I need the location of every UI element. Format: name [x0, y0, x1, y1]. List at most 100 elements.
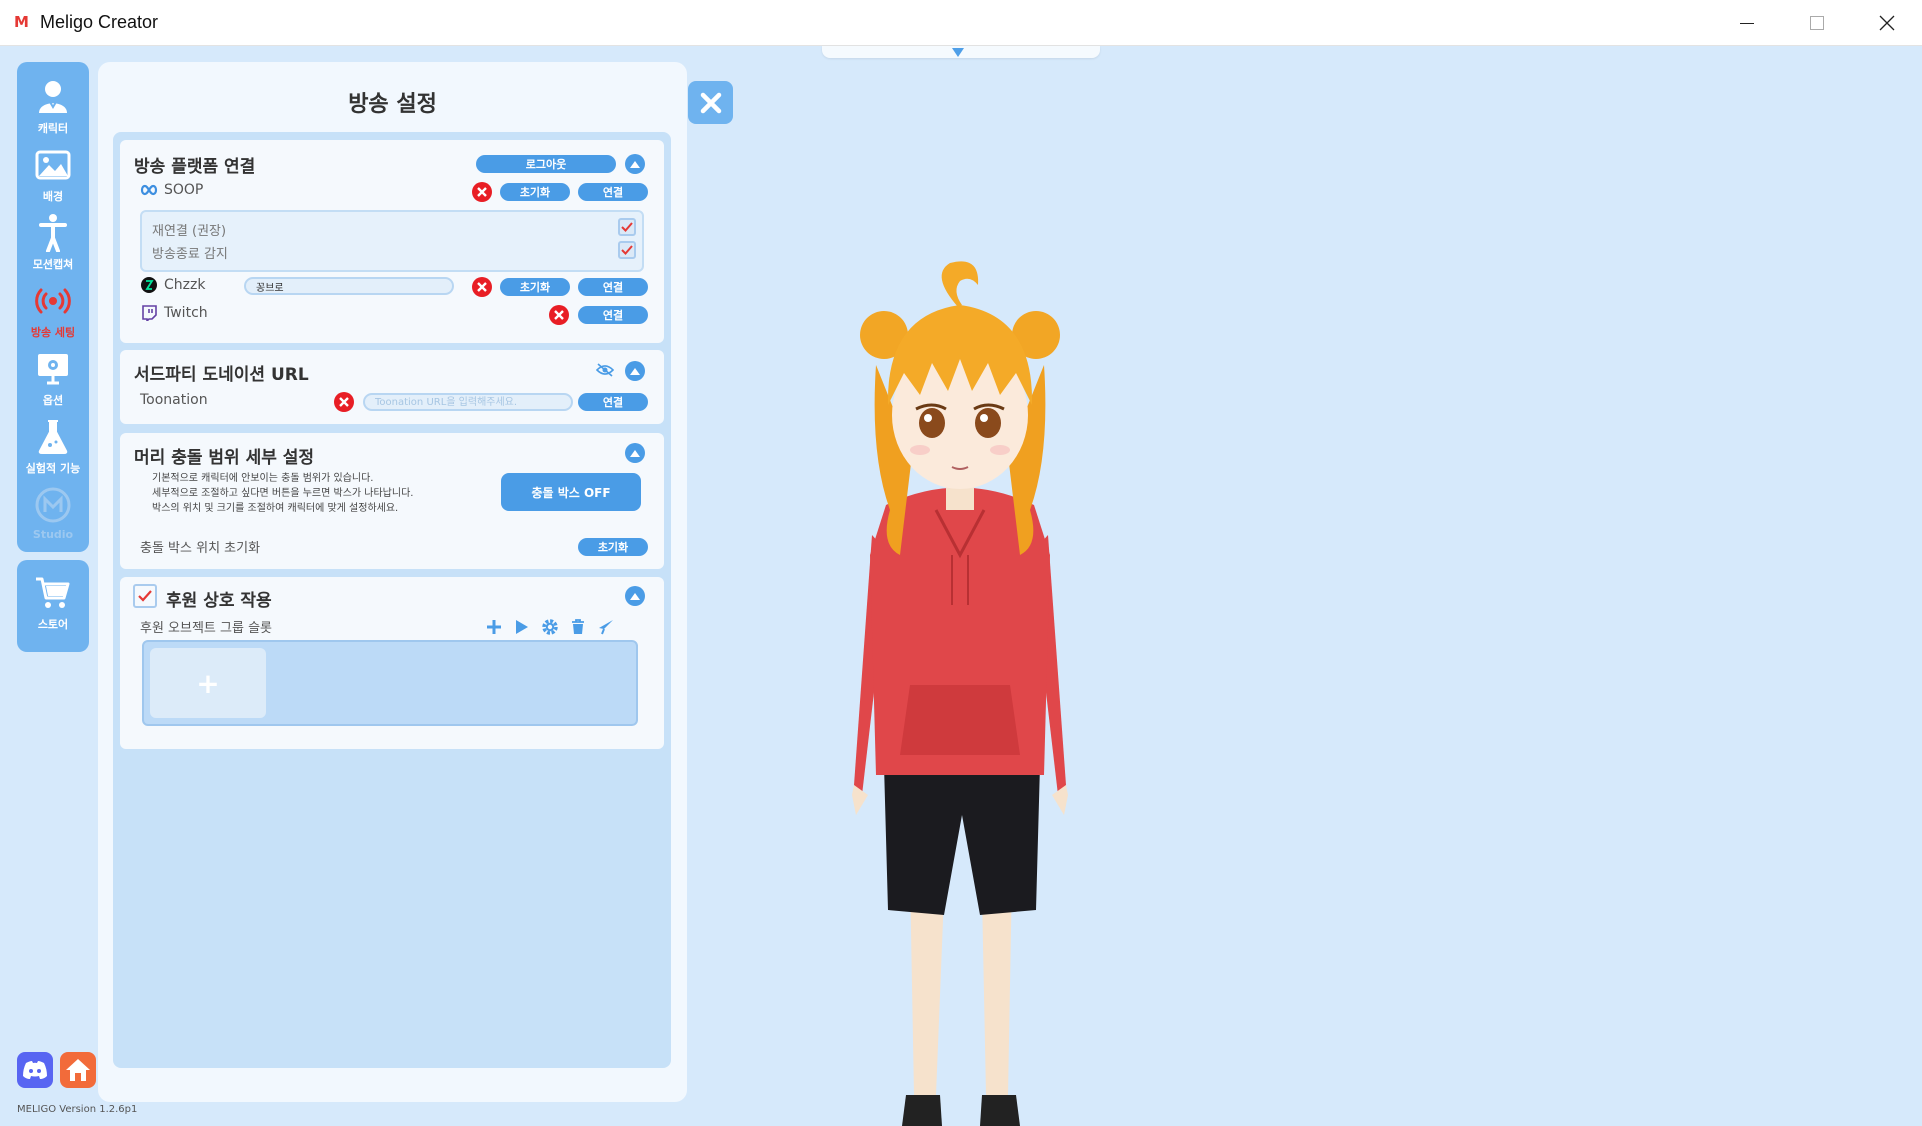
- check-icon: [621, 245, 633, 255]
- donation-collapse-button[interactable]: [625, 361, 645, 381]
- sidebar-item-label: 캐릭터: [37, 122, 69, 135]
- group-settings-button[interactable]: [540, 617, 560, 637]
- background-image-icon: [34, 146, 72, 184]
- sidebar-item-broadcast[interactable]: 방송 세팅: [17, 278, 89, 346]
- sidebar-item-label: 옵션: [42, 394, 64, 407]
- collision-settings-card: 머리 충돌 범위 세부 설정 기본적으로 캐릭터에 안보이는 충돌 범위가 있습…: [120, 433, 664, 569]
- play-group-button[interactable]: [512, 617, 532, 637]
- sidebar: 캐릭터 배경 모션캡쳐 방송 세팅 옵션 실험적 기능 Studio: [17, 62, 89, 552]
- collision-reset-button[interactable]: 초기화: [578, 538, 648, 556]
- soop-connect-button[interactable]: 연결: [578, 183, 648, 201]
- sidebar-item-label: Studio: [32, 528, 74, 541]
- soop-label: SOOP: [164, 182, 204, 198]
- version-text: MELIGO Version 1.2.6p1: [17, 1104, 138, 1115]
- title-bar: M Meligo Creator: [0, 0, 1922, 46]
- soop-reset-button[interactable]: 초기화: [500, 183, 570, 201]
- sidebar-item-label: 배경: [42, 190, 64, 203]
- plus-icon: [487, 620, 501, 634]
- sidebar-item-character[interactable]: 캐릭터: [17, 74, 89, 142]
- character-icon: [34, 78, 72, 116]
- store-label: 스토어: [37, 618, 69, 631]
- platform-collapse-button[interactable]: [625, 154, 645, 174]
- chevron-down-icon[interactable]: [952, 48, 964, 57]
- toonation-connect-button[interactable]: 연결: [578, 393, 648, 411]
- soop-disconnected-icon[interactable]: [472, 182, 492, 202]
- close-icon: [700, 92, 721, 113]
- home-icon: [66, 1059, 90, 1081]
- description-line: 기본적으로 캐릭터에 안보이는 충돌 범위가 있습니다.: [152, 473, 374, 484]
- logout-button[interactable]: 로그아웃: [476, 155, 616, 173]
- twitch-logo-icon: [140, 304, 158, 322]
- hidden-eye-icon[interactable]: [596, 361, 614, 379]
- sidebar-item-studio[interactable]: Studio: [17, 482, 89, 550]
- twitch-label: Twitch: [164, 305, 208, 321]
- toonation-url-input[interactable]: [363, 393, 573, 411]
- chzzk-channel-input[interactable]: [244, 277, 454, 295]
- close-panel-button[interactable]: [688, 81, 733, 124]
- toonation-label: Toonation: [140, 392, 208, 408]
- collision-description: 기본적으로 캐릭터에 안보이는 충돌 범위가 있습니다. 세부적으로 조절하고 …: [152, 471, 413, 516]
- minimize-icon: [1740, 22, 1754, 24]
- collision-reset-row-label: 충돌 박스 위치 초기화: [140, 541, 261, 556]
- donation-url-card: 서드파티 도네이션 URL Toonation 연결: [120, 350, 664, 424]
- add-group-button[interactable]: [484, 617, 504, 637]
- window-close-button[interactable]: [1852, 0, 1922, 46]
- trash-icon: [572, 619, 584, 634]
- check-icon: [621, 222, 633, 232]
- discord-icon: [23, 1061, 47, 1079]
- minimize-button[interactable]: [1712, 0, 1782, 46]
- discord-button[interactable]: [17, 1052, 53, 1088]
- reconnect-checkbox[interactable]: [618, 218, 636, 236]
- select-group-button[interactable]: [596, 617, 616, 637]
- sidebar-item-options[interactable]: 옵션: [17, 346, 89, 414]
- character-avatar[interactable]: [840, 255, 1080, 1126]
- chzzk-disconnected-icon[interactable]: [472, 277, 492, 297]
- sponsor-slot-area: +: [142, 640, 638, 726]
- sponsor-section-title: 후원 상호 작용: [166, 591, 272, 611]
- cursor-select-icon: [599, 620, 613, 635]
- chzzk-label: Chzzk: [164, 277, 206, 293]
- chzzk-connect-button[interactable]: 연결: [578, 278, 648, 296]
- soop-options-box: 재연결 (권장) 방송종료 감지: [140, 210, 644, 272]
- broadcast-icon: [34, 282, 72, 320]
- window-title: Meligo Creator: [40, 12, 159, 32]
- monitor-settings-icon: [34, 350, 72, 388]
- platform-section-title: 방송 플랫폼 연결: [134, 157, 256, 177]
- sidebar-item-label: 방송 세팅: [30, 326, 76, 339]
- sidebar-item-label: 모션캡쳐: [32, 258, 74, 271]
- sidebar-item-store[interactable]: 스토어: [17, 560, 89, 652]
- sidebar-item-experimental[interactable]: 실험적 기능: [17, 414, 89, 482]
- collision-collapse-button[interactable]: [625, 443, 645, 463]
- chzzk-reset-button[interactable]: 초기화: [500, 278, 570, 296]
- flask-icon: [34, 418, 72, 456]
- sponsor-enable-checkbox[interactable]: [133, 584, 157, 608]
- soop-logo-icon: [140, 181, 158, 199]
- twitch-connect-button[interactable]: 연결: [578, 306, 648, 324]
- motion-capture-icon: [34, 214, 72, 252]
- collision-section-title: 머리 충돌 범위 세부 설정: [134, 448, 315, 468]
- panel-title: 방송 설정: [348, 92, 437, 117]
- broadcast-end-detect-label: 방송종료 감지: [152, 247, 228, 262]
- description-line: 박스의 위치 및 크기를 조절하여 캐릭터에 맞게 설정하세요.: [152, 503, 399, 514]
- broadcast-end-detect-checkbox[interactable]: [618, 241, 636, 259]
- sponsor-interaction-card: 후원 상호 작용 후원 오브젝트 그룹 슬롯 +: [120, 577, 664, 749]
- sidebar-item-background[interactable]: 배경: [17, 142, 89, 210]
- chzzk-logo-icon: [140, 276, 158, 294]
- donation-section-title: 서드파티 도네이션 URL: [134, 365, 309, 385]
- sidebar-item-motion-capture[interactable]: 모션캡쳐: [17, 210, 89, 278]
- gear-icon: [542, 619, 558, 635]
- home-button[interactable]: [60, 1052, 96, 1088]
- broadcast-settings-panel: 방송 설정 방송 플랫폼 연결 로그아웃 SOOP 초기화 연결 재연결 (권장…: [98, 62, 687, 1102]
- collision-box-toggle-button[interactable]: 충돌 박스 OFF: [501, 473, 641, 511]
- add-slot-button[interactable]: +: [150, 648, 266, 718]
- delete-group-button[interactable]: [568, 617, 588, 637]
- cart-icon: [34, 574, 72, 612]
- check-icon: [138, 590, 152, 602]
- twitch-disconnected-icon[interactable]: [549, 305, 569, 325]
- platform-connection-card: 방송 플랫폼 연결 로그아웃 SOOP 초기화 연결 재연결 (권장) 방송종료…: [120, 140, 664, 343]
- toonation-disconnected-icon[interactable]: [334, 392, 354, 412]
- maximize-icon: [1810, 16, 1824, 30]
- sponsor-collapse-button[interactable]: [625, 586, 645, 606]
- close-icon: [1879, 15, 1895, 31]
- maximize-button[interactable]: [1782, 0, 1852, 46]
